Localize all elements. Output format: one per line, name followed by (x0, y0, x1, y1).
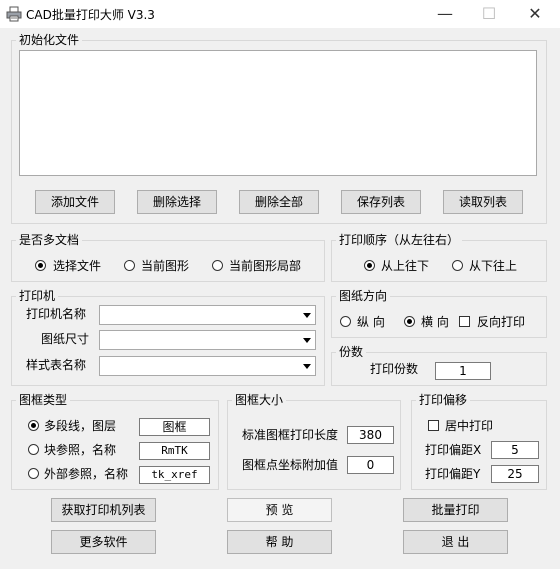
radio-bottom-up-label: 从下往上 (469, 259, 518, 273)
maximize-button[interactable]: ☐ (466, 0, 512, 28)
radio-landscape[interactable] (404, 316, 415, 327)
paper-size-select[interactable] (99, 330, 316, 350)
radio-top-down-label: 从上往下 (381, 259, 430, 273)
minimize-button[interactable]: — (422, 0, 468, 28)
help-button[interactable]: 帮 助 (227, 530, 332, 554)
offset-x-input[interactable]: 5 (491, 441, 539, 459)
center-print-checkbox[interactable] (428, 420, 439, 431)
center-print-label: 居中打印 (445, 419, 494, 433)
batch-print-button[interactable]: 批量打印 (403, 498, 508, 522)
offset-y-input[interactable]: 25 (491, 465, 539, 483)
radio-current-drawing-label: 当前图形 (141, 259, 190, 273)
paper-direction-label: 图纸方向 (336, 289, 391, 303)
print-order-label: 打印顺序（从左往右） (336, 233, 463, 247)
std-length-label: 标准图框打印长度 (242, 428, 339, 442)
printer-icon (6, 6, 22, 22)
block-name-input[interactable]: RmTK (139, 442, 210, 460)
radio-top-down[interactable] (364, 260, 375, 271)
radio-bottom-up[interactable] (452, 260, 463, 271)
load-list-button[interactable]: 读取列表 (443, 190, 523, 214)
style-table-label: 样式表名称 (26, 358, 87, 372)
std-length-input[interactable]: 380 (347, 426, 394, 444)
delete-selected-button[interactable]: 删除选择 (137, 190, 217, 214)
radio-polyline-layer-label: 多段线，图层 (44, 419, 117, 433)
printer-label: 打印机 (16, 289, 59, 303)
print-offset-label: 打印偏移 (416, 393, 471, 407)
preview-button[interactable]: 预 览 (227, 498, 332, 522)
radio-select-file[interactable] (35, 260, 46, 271)
radio-block-name-label: 块参照，名称 (44, 443, 117, 457)
save-list-button[interactable]: 保存列表 (341, 190, 421, 214)
radio-portrait-label: 纵 向 (357, 315, 385, 329)
exit-button[interactable]: 退 出 (403, 530, 508, 554)
radio-xref-name-label: 外部参照，名称 (44, 467, 129, 481)
offset-y-label: 打印偏距Y (425, 467, 481, 481)
add-file-button[interactable]: 添加文件 (35, 190, 115, 214)
copies-count-label: 打印份数 (370, 362, 419, 376)
radio-portrait[interactable] (340, 316, 351, 327)
file-list[interactable] (19, 50, 537, 176)
radio-block-name[interactable] (28, 444, 39, 455)
radio-current-drawing[interactable] (124, 260, 135, 271)
point-add-input[interactable]: 0 (347, 456, 394, 474)
offset-x-label: 打印偏距X (425, 443, 482, 457)
frame-size-group (227, 400, 401, 490)
chevron-down-icon (299, 332, 314, 348)
window-title: CAD批量打印大师 V3.3 (26, 8, 155, 22)
init-files-label: 初始化文件 (16, 33, 83, 47)
reverse-print-checkbox[interactable] (459, 316, 470, 327)
xref-name-input[interactable]: tk_xref (139, 466, 210, 484)
multi-doc-label: 是否多文档 (16, 233, 83, 247)
frame-type-label: 图框类型 (16, 393, 71, 407)
style-table-select[interactable] (99, 356, 316, 376)
frame-size-label: 图框大小 (232, 393, 287, 407)
printer-name-label: 打印机名称 (26, 307, 87, 321)
reverse-print-label: 反向打印 (477, 315, 526, 329)
radio-landscape-label: 横 向 (421, 315, 449, 329)
get-printer-list-button[interactable]: 获取打印机列表 (51, 498, 156, 522)
copies-label: 份数 (336, 345, 367, 359)
radio-current-drawing-partial-label: 当前图形局部 (229, 259, 302, 273)
more-software-button[interactable]: 更多软件 (51, 530, 156, 554)
radio-xref-name[interactable] (28, 468, 39, 479)
delete-all-button[interactable]: 删除全部 (239, 190, 319, 214)
point-add-label: 图框点坐标附加值 (242, 458, 339, 472)
layer-name-input[interactable]: 图框 (139, 418, 210, 436)
copies-input[interactable]: 1 (435, 362, 491, 380)
radio-current-drawing-partial[interactable] (212, 260, 223, 271)
radio-select-file-label: 选择文件 (53, 259, 102, 273)
close-button[interactable]: ✕ (512, 0, 558, 28)
printer-name-select[interactable] (99, 305, 316, 325)
chevron-down-icon (299, 358, 314, 374)
chevron-down-icon (299, 307, 314, 323)
radio-polyline-layer[interactable] (28, 420, 39, 431)
paper-size-label: 图纸尺寸 (41, 332, 90, 346)
